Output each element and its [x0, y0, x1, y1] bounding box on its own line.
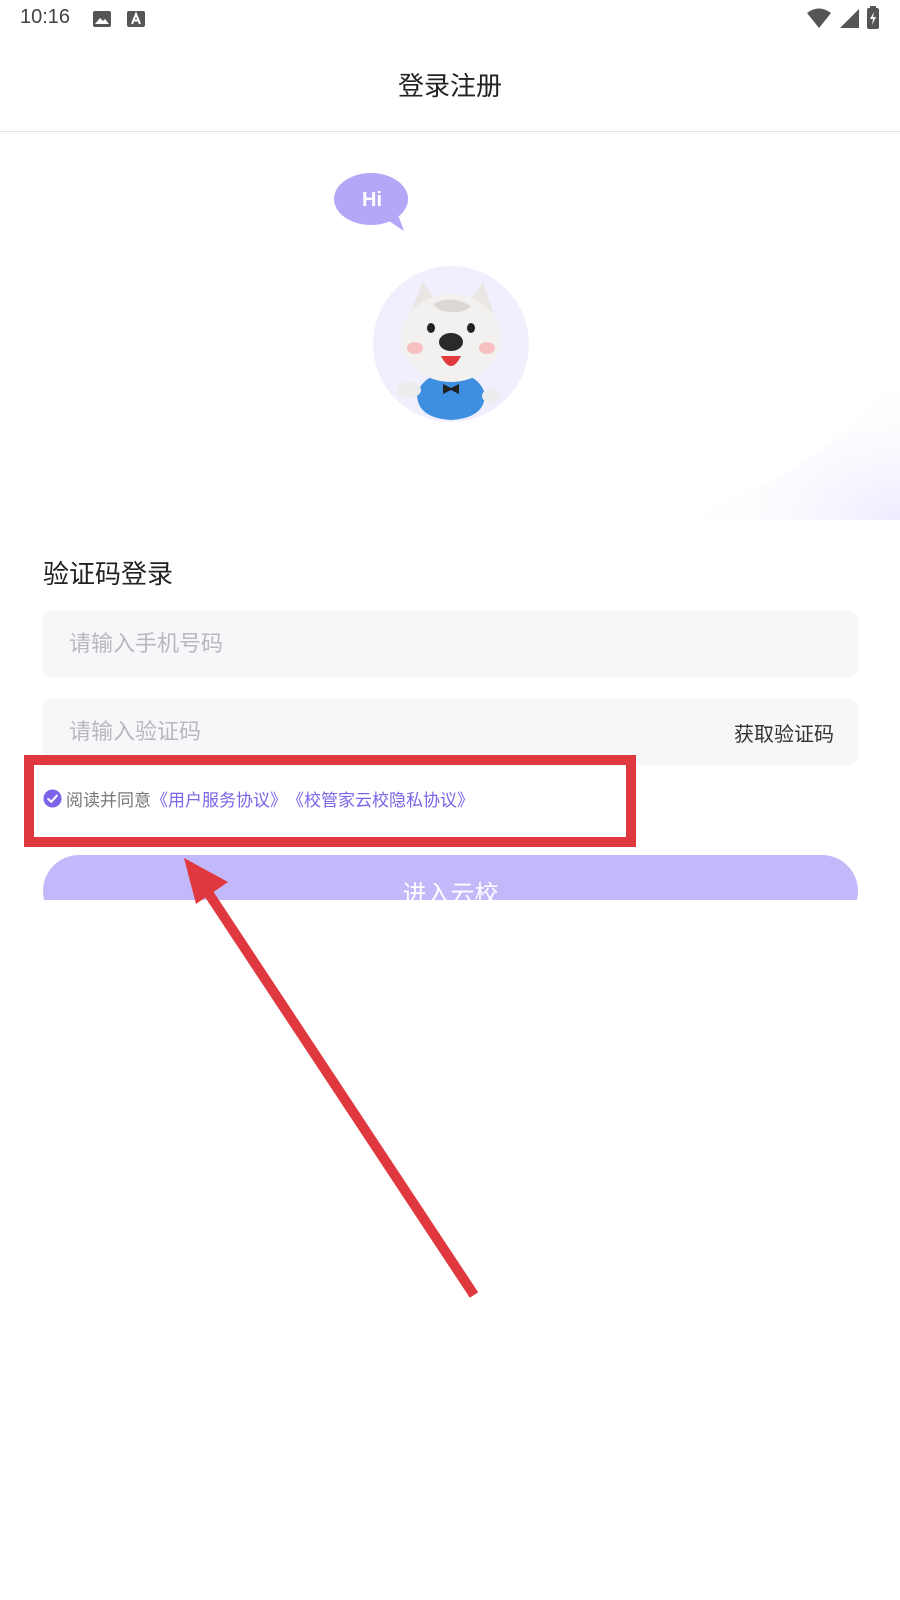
annotation-highlight-box — [24, 755, 636, 847]
login-page: 10:16 登录注册 Hi 验证码登录 请输入手机号码 请输入验证码 获取验证码… — [0, 0, 900, 1600]
enter-button[interactable]: 进入云校 — [43, 855, 858, 900]
